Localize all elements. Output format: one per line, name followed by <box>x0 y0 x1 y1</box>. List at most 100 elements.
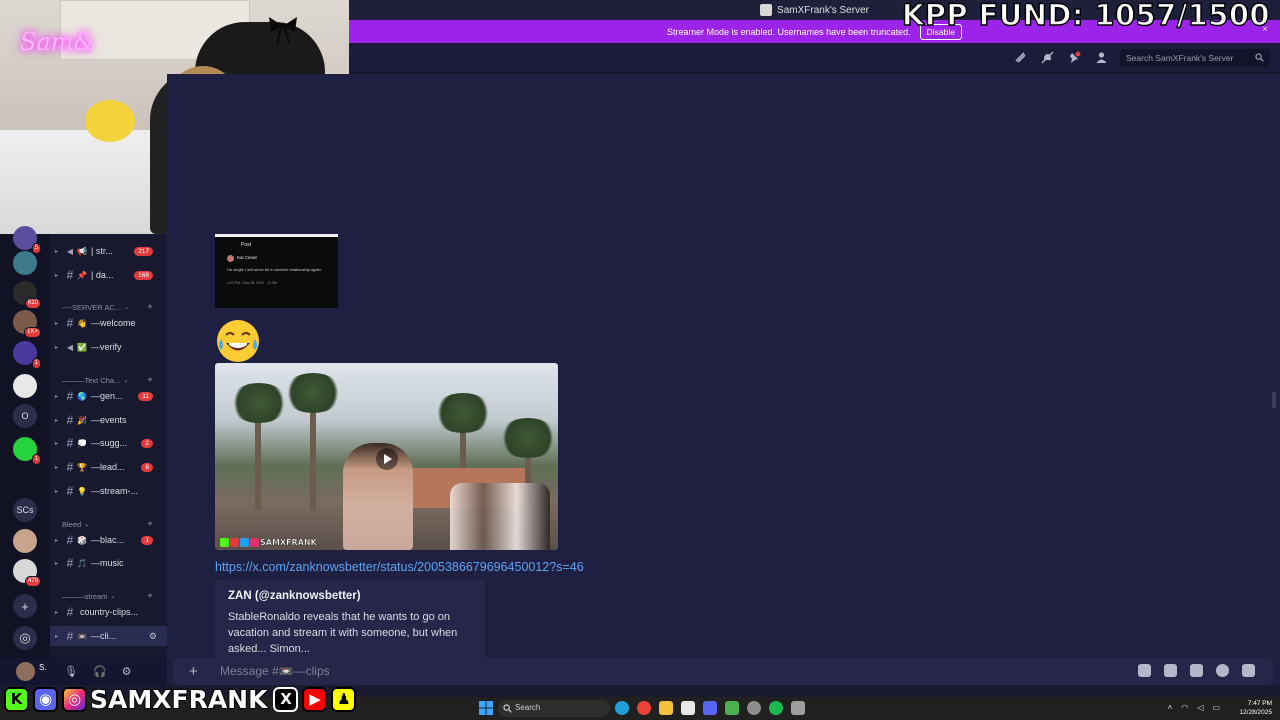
category-label: ———stream <box>62 591 108 601</box>
discord-app-icon[interactable] <box>703 701 717 715</box>
x-icon: X <box>273 686 299 712</box>
channel-category[interactable]: Bleed ⌄ + <box>62 517 167 531</box>
server-icon[interactable] <box>13 251 37 275</box>
channel-name: —blac... <box>91 535 125 545</box>
server-rail: 5 610 1K+ 1 O 1 SCs 479 + ◎ <box>0 226 50 658</box>
server-icon[interactable]: 1K+ <box>13 310 41 338</box>
kick-icon: K <box>4 686 29 712</box>
channel-item[interactable]: ▸ # 🏆 —lead... 8 <box>50 457 167 477</box>
hash-icon: # <box>66 436 74 450</box>
play-icon[interactable] <box>376 448 398 470</box>
hash-icon: # <box>66 268 74 282</box>
tweet-avatar <box>227 255 234 262</box>
channel-item[interactable]: ▸ # 🎵 —music <box>50 553 167 573</box>
channel-item[interactable]: ▸ # 🎲 —blac... 1 <box>50 530 167 550</box>
announcement-icon: ◀ <box>66 342 74 352</box>
channel-name: | str... <box>91 246 113 256</box>
chrome-icon[interactable] <box>637 701 651 715</box>
chevron-right-icon: ▸ <box>54 272 58 279</box>
tweet-screenshot[interactable]: Post Kai Cenat I'm single I will never b… <box>215 234 338 308</box>
channel-name: —events <box>91 415 127 425</box>
hash-icon: # <box>66 605 74 619</box>
channel-item[interactable]: ▸ # 📌 | da... 168 <box>50 265 167 285</box>
folder-icon[interactable] <box>659 701 673 715</box>
xbox-icon[interactable] <box>725 701 739 715</box>
hash-icon: # <box>66 413 74 427</box>
volume-icon[interactable]: ◁ <box>1197 703 1203 712</box>
taskbar-clock[interactable]: 7:47 PM 12/28/2025 <box>1239 699 1272 717</box>
channel-item[interactable]: ▸ # 💭 —sugg... 2 <box>50 433 167 453</box>
upload-plus-icon[interactable]: + <box>189 663 198 680</box>
emoji-icon[interactable] <box>1216 664 1229 677</box>
gear-icon[interactable]: ⚙ <box>122 665 132 678</box>
channel-item[interactable]: ▸ ◀ 📢 | str... 217 <box>50 241 167 261</box>
mute-icon[interactable] <box>1041 51 1054 64</box>
sticker-icon[interactable] <box>1190 664 1203 677</box>
server-icon[interactable]: SCs <box>13 498 37 522</box>
channel-item[interactable]: ▸ # 🌎 —gen... 11 <box>50 386 167 406</box>
add-server-icon[interactable]: + <box>13 594 37 618</box>
channel-name: —music <box>91 558 124 568</box>
threads-icon[interactable] <box>1014 51 1027 64</box>
add-channel-icon[interactable]: + <box>147 375 153 386</box>
cam-plush <box>85 100 135 142</box>
add-channel-icon[interactable]: + <box>147 519 153 530</box>
channel-name: —sugg... <box>91 438 128 448</box>
channel-category[interactable]: ----SERVER AC... ⌄ + <box>62 300 167 314</box>
server-icon[interactable]: 479 <box>13 559 41 587</box>
battery-icon[interactable]: ▭ <box>1212 703 1220 712</box>
channel-item[interactable]: ▸ # country-clips... <box>50 602 167 622</box>
server-icon[interactable]: 5 <box>13 226 41 254</box>
avatar[interactable] <box>16 662 35 681</box>
settings-icon[interactable] <box>791 701 805 715</box>
video-watermark-text: SAMXFRANK <box>260 538 317 547</box>
category-label: ———Text Cha... <box>62 375 121 385</box>
obs-icon[interactable] <box>747 701 761 715</box>
search-icon <box>503 704 512 713</box>
message-link[interactable]: https://x.com/zanknowsbetter/status/2005… <box>215 560 584 574</box>
chevron-right-icon: ▸ <box>54 560 58 567</box>
user-name: S. <box>39 663 47 672</box>
chevron-right-icon: ▸ <box>54 248 58 255</box>
server-icon[interactable]: 1 <box>13 341 41 369</box>
server-icon[interactable] <box>13 374 37 398</box>
windows-start-icon[interactable] <box>479 701 493 715</box>
channel-item[interactable]: ▸ # 💡 —stream-... <box>50 481 167 501</box>
channel-category[interactable]: ———Text Cha... ⌄ + <box>62 373 167 387</box>
server-icon[interactable]: 610 <box>13 281 41 309</box>
taskbar-search[interactable]: Search <box>498 700 610 717</box>
add-channel-icon[interactable]: + <box>147 591 153 602</box>
members-icon[interactable] <box>1095 51 1108 64</box>
scrollbar[interactable] <box>1272 392 1276 408</box>
discover-icon[interactable]: ◎ <box>13 626 37 650</box>
search-input[interactable]: Search SamXFrank's Server <box>1120 49 1270 67</box>
headphones-icon[interactable]: 🎧 <box>93 665 107 678</box>
store-icon[interactable] <box>681 701 695 715</box>
add-channel-icon[interactable]: + <box>147 302 153 313</box>
channel-name: | da... <box>91 270 114 280</box>
pin-icon[interactable] <box>1068 51 1081 64</box>
server-icon[interactable]: O <box>13 404 37 428</box>
channel-settings-icon[interactable]: ⚙ <box>149 631 157 642</box>
chevron-right-icon: ▸ <box>54 344 58 351</box>
server-icon[interactable] <box>13 529 37 553</box>
server-icon[interactable]: 1 <box>13 437 41 465</box>
gift-icon[interactable] <box>1138 664 1151 677</box>
microphone-icon[interactable]: 🎙 <box>64 665 78 678</box>
gif-icon[interactable] <box>1164 664 1177 677</box>
embed-author[interactable]: ZAN (@zanknowsbetter) <box>228 590 472 602</box>
channel-item[interactable]: ▸ # 🎉 —events <box>50 410 167 430</box>
spotify-icon[interactable] <box>769 701 783 715</box>
channel-item[interactable]: ▸ ◀ ✅ —verify <box>50 337 167 357</box>
channel-item[interactable]: ▸ # 📼 —cli... ⚙ <box>50 626 167 646</box>
message-input[interactable]: + Message #📼—clips <box>173 658 1273 685</box>
video-embed[interactable]: SAMXFRANK <box>215 363 558 550</box>
channel-item[interactable]: ▸ # 👋 —welcome <box>50 313 167 333</box>
apps-icon[interactable] <box>1242 664 1255 677</box>
edge-icon[interactable] <box>615 701 629 715</box>
chevron-up-icon[interactable]: ˄ <box>1168 703 1173 712</box>
network-icon[interactable]: ◠ <box>1181 703 1188 712</box>
chevron-down-icon: ⌄ <box>124 304 130 311</box>
channel-category[interactable]: ———stream ⌄ + <box>62 589 167 603</box>
category-label: Bleed <box>62 519 82 529</box>
